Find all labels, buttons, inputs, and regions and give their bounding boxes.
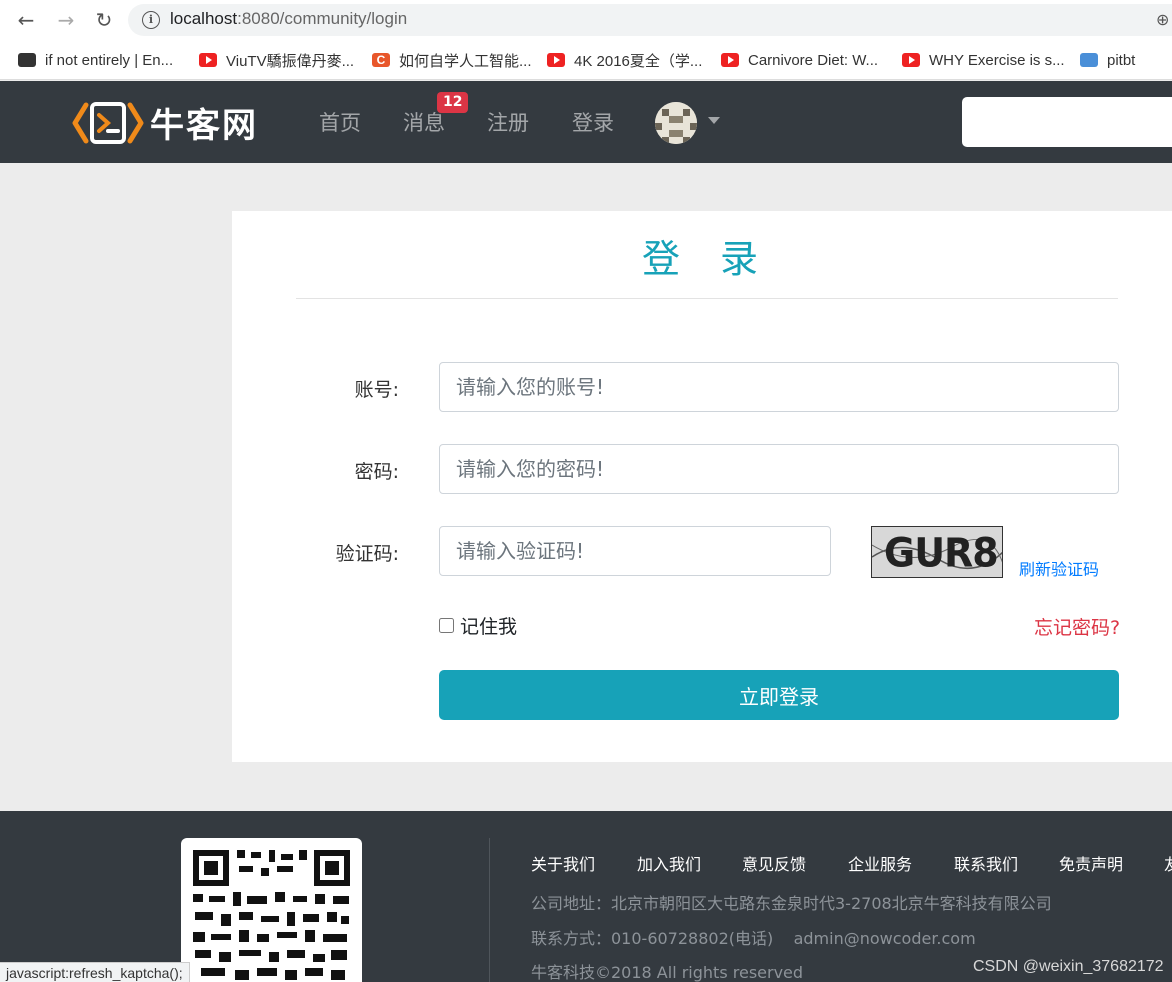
footer-link-about[interactable]: 关于我们 bbox=[531, 851, 595, 875]
header-search-input[interactable] bbox=[962, 97, 1172, 147]
remember-me-label: 记住我 bbox=[460, 616, 518, 638]
youtube-icon bbox=[721, 53, 739, 67]
account-input[interactable] bbox=[439, 362, 1119, 412]
bookmark-item[interactable]: if not entirely | En... bbox=[18, 50, 173, 70]
youtube-icon bbox=[199, 53, 217, 67]
bookmark-item[interactable]: WHY Exercise is s... bbox=[902, 50, 1065, 70]
keyboard-icon bbox=[18, 53, 36, 67]
user-avatar[interactable] bbox=[655, 102, 697, 144]
url-text[interactable]: localhost:8080/community/login bbox=[170, 9, 407, 29]
footer-address: 公司地址：北京市朝阳区大屯路东金泉时代3-2708北京牛客科技有限公司 bbox=[531, 894, 1052, 913]
bookmark-item[interactable]: C 如何自学人工智能... bbox=[372, 50, 532, 70]
account-label: 账号: bbox=[354, 379, 399, 401]
title-divider bbox=[296, 298, 1118, 299]
password-input[interactable] bbox=[439, 444, 1119, 494]
footer-copyright: 牛客科技©2018 All rights reserved bbox=[531, 963, 804, 982]
captcha-text: GUR8 bbox=[884, 529, 999, 577]
forward-arrow-icon[interactable]: → bbox=[54, 8, 78, 32]
footer-link-join[interactable]: 加入我们 bbox=[637, 851, 701, 875]
qr-code bbox=[181, 838, 362, 982]
remember-me-box[interactable] bbox=[439, 618, 454, 633]
browser-toolbar: ← → ↻ i localhost:8080/community/login ⊕ bbox=[0, 0, 1172, 40]
captcha-input[interactable] bbox=[439, 526, 831, 576]
reload-icon[interactable]: ↻ bbox=[92, 8, 116, 32]
captcha-image[interactable]: GUR8 bbox=[871, 526, 1003, 578]
c-icon: C bbox=[372, 53, 390, 67]
site-info-icon[interactable]: i bbox=[142, 11, 160, 29]
qr-code-icon bbox=[193, 850, 350, 980]
bookmark-item[interactable]: pitbt bbox=[1080, 50, 1135, 70]
browser-status-bar: javascript:refresh_kaptcha(); bbox=[0, 962, 190, 982]
bookmark-item[interactable]: ViuTV驕振偉丹麥... bbox=[199, 50, 354, 70]
nav-register[interactable]: 注册 bbox=[487, 107, 529, 137]
forgot-password-link[interactable]: 忘记密码? bbox=[1034, 613, 1120, 640]
csdn-watermark: CSDN @weixin_37682172 bbox=[973, 958, 1164, 975]
refresh-captcha-link[interactable]: 刷新验证码 bbox=[1019, 556, 1099, 580]
footer-link-feedback[interactable]: 意见反馈 bbox=[742, 851, 806, 875]
nav-home[interactable]: 首页 bbox=[319, 107, 361, 137]
avatar-identicon-icon bbox=[655, 102, 697, 144]
footer-link-more[interactable]: 友 bbox=[1164, 851, 1172, 875]
login-title: 登 录 bbox=[641, 237, 773, 281]
footer-link-contact[interactable]: 联系我们 bbox=[954, 851, 1018, 875]
youtube-icon bbox=[902, 53, 920, 67]
bookmark-item[interactable]: 4K 2016夏全（学... bbox=[547, 50, 702, 70]
logo-text: 牛客网 bbox=[150, 106, 258, 146]
nav-login[interactable]: 登录 bbox=[572, 107, 614, 137]
password-label: 密码: bbox=[354, 461, 399, 483]
footer-divider bbox=[489, 838, 490, 982]
footer-contact: 联系方式：010-60728802(电话) admin@nowcoder.com bbox=[531, 929, 976, 948]
site-logo[interactable]: 牛客网 bbox=[72, 98, 258, 147]
remember-me-checkbox[interactable]: 记住我 bbox=[439, 612, 517, 639]
login-submit-button[interactable]: 立即登录 bbox=[439, 670, 1119, 720]
captcha-label: 验证码: bbox=[335, 543, 399, 565]
bookmarks-bar: if not entirely | En... ViuTV驕振偉丹麥... C如… bbox=[0, 40, 1172, 80]
zoom-icon[interactable]: ⊕ bbox=[1156, 10, 1169, 29]
footer-link-enterprise[interactable]: 企业服务 bbox=[848, 851, 912, 875]
dropdown-caret-icon[interactable] bbox=[708, 117, 720, 124]
back-arrow-icon[interactable]: ← bbox=[14, 8, 38, 32]
footer-link-disclaimer[interactable]: 免责声明 bbox=[1059, 851, 1123, 875]
youtube-icon bbox=[547, 53, 565, 67]
pitbt-icon bbox=[1080, 53, 1098, 67]
nowcoder-logo-icon bbox=[72, 101, 144, 144]
bookmark-item[interactable]: Carnivore Diet: W... bbox=[721, 50, 878, 70]
message-count-badge: 12 bbox=[437, 92, 469, 113]
